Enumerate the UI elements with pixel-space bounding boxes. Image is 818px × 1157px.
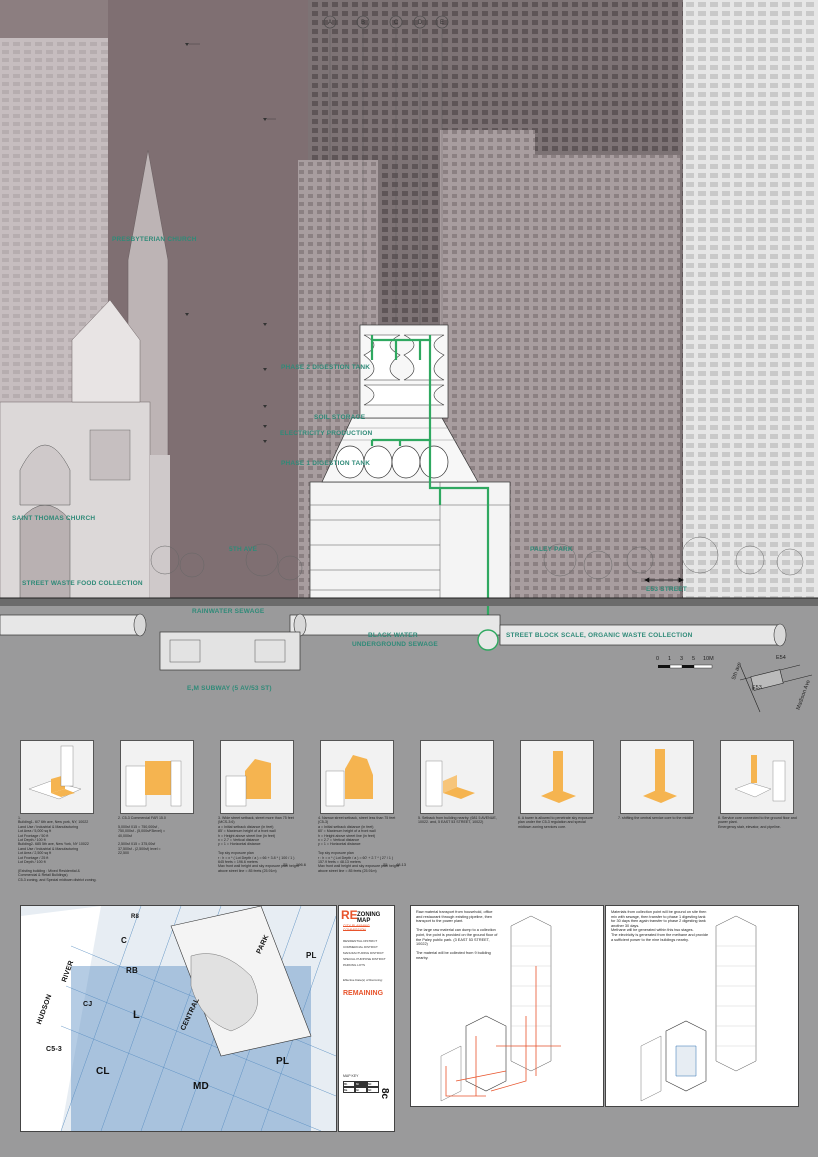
legend-items: RESIDENTIAL DISTRICT COMMERCIAL DISTRICT…: [343, 938, 391, 968]
section-drawing: A B C D E: [0, 0, 818, 713]
label-phase1-tank: PHASE 1 DIGESTION TANK: [281, 460, 371, 467]
district-cj: CJ: [83, 1001, 93, 1008]
label-soil-storage: SOIL STORAGE: [314, 414, 366, 421]
district-c5-3: C5-3: [46, 1046, 62, 1053]
step-3-text: 3. Wide street setback, street more than…: [218, 816, 299, 873]
step-8-diagram: [720, 740, 794, 814]
label-electricity: ELECTRICITY PRODUCTION: [280, 430, 373, 437]
step-4-diagram: [320, 740, 394, 814]
scale-tick-0: 0: [656, 656, 660, 662]
step-6-diagram: [520, 740, 594, 814]
district-pl-2: PL: [306, 951, 317, 960]
district-c: C: [121, 936, 127, 945]
label-saint-thomas-church: SAINT THOMAS CHURCH: [12, 515, 96, 522]
step-5-text: 5. Setback from building nearby. (681 5 …: [418, 816, 497, 825]
step-2-text: 2. C5-3 Commercial FAR 15.0 5,000sf X15 …: [118, 816, 166, 856]
label-black-water: BLACK WATER: [368, 632, 418, 639]
legend-effective: Effective Date(s) of Rezoning:: [343, 978, 383, 982]
gridline-a: A: [328, 20, 332, 26]
step-7-text: 7. shifting the central service core to …: [618, 816, 694, 820]
district-cl: CL: [96, 1066, 110, 1077]
mid-building: [530, 155, 680, 598]
district-pl-1: PL: [276, 1056, 290, 1067]
district-md: MD: [193, 1081, 209, 1092]
step-4-dim-b: 48.13: [396, 862, 407, 867]
digestion-drawing: [640, 915, 757, 1102]
legend-strike: CITY PLANNING COMMISSION: [343, 924, 370, 932]
legend-prefix: RE: [341, 908, 358, 922]
gridline-d: D: [418, 20, 423, 26]
legend-sheet-no: 8c: [379, 1087, 391, 1100]
scale-bar: [658, 664, 713, 669]
step-1-text: 1. Building1- 6/7 6th ave, New york, NY,…: [18, 816, 97, 882]
podium: [309, 481, 511, 601]
key-cell: 9d: [367, 1087, 379, 1093]
digestion-diagram: Materials from collection point will be …: [605, 905, 799, 1107]
scale-tick-3: 3: [680, 656, 684, 662]
step-5-diagram: [420, 740, 494, 814]
scale-tick-10m: 10M: [703, 656, 714, 662]
label-street-block: STREET BLOCK SCALE, ORGANIC WASTE COLLEC…: [506, 632, 693, 639]
label-street-waste-food: STREET WASTE FOOD COLLECTION: [22, 580, 143, 587]
label-paley-park: PALEY PARK: [530, 546, 573, 553]
collection-diagram: Raw material transport from household, o…: [410, 905, 604, 1107]
label-fifth-ave: 5TH AVE: [229, 546, 258, 553]
legend-key-grid: 8b 8c 8d 8a 9c 9d: [343, 1081, 379, 1093]
district-rb: RB: [126, 966, 138, 975]
subway-box: [159, 631, 301, 671]
step-7-diagram: [620, 740, 694, 814]
gridline-e: E: [440, 20, 444, 26]
scale-tick-5: 5: [692, 656, 696, 662]
step-3-dim-a: 25: [283, 862, 288, 867]
district-l: L: [133, 1009, 140, 1021]
keymap-e54: E54: [776, 655, 786, 661]
collection-drawing: [440, 915, 561, 1102]
zoning-legend: RE ZONING MAP CITY PLANNING COMMISSION R…: [338, 905, 395, 1132]
label-underground-sewage: UNDERGROUND SEWAGE: [352, 641, 438, 648]
zoning-map: HUDSON RIVER CENTRAL PARK RB L CL MD PL …: [20, 905, 337, 1132]
right-tower: [683, 0, 818, 600]
scale-tick-1: 1: [668, 656, 672, 662]
label-rainwater-sewage: RAINWATER SEWAGE: [192, 608, 265, 615]
legend-map-key: MAP KEY: [343, 1074, 359, 1078]
legend-title: ZONING MAP: [357, 912, 381, 924]
legend-parking: PARKING LOTS: [343, 963, 365, 967]
gridline-c: C: [394, 20, 399, 26]
step-3-diagram: [220, 740, 294, 814]
key-cell: 8a: [343, 1087, 355, 1093]
step-4-text: 4. Narrow street setback, street less th…: [318, 816, 399, 873]
step-4-dim-a: 25: [383, 862, 388, 867]
label-e53-street: E53 STREET: [646, 586, 688, 593]
poster-sheet: A B C D E PRESBYTERIAN CHURCH SAINT THOM…: [0, 0, 818, 1157]
key-cell: 9c: [355, 1087, 367, 1093]
label-subway: E,M SUBWAY (5 AV/53 ST): [187, 685, 272, 692]
label-presbyterian-church: PRESBYTERIAN CHURCH: [112, 236, 197, 243]
step-6-text: 6. A tower is allowed to penetrate sky e…: [518, 816, 593, 829]
step-3-dim-b: 196.6: [296, 862, 307, 867]
gridline-b: B: [361, 20, 365, 26]
step-2-diagram: [120, 740, 194, 814]
label-phase2-tank: PHASE 2 DIGESTION TANK: [281, 364, 371, 371]
ground-band: [0, 598, 818, 606]
zoning-map-drawing: [21, 906, 336, 1131]
step-1-diagram: [20, 740, 94, 814]
legend-remaining: REMAINING: [343, 990, 384, 997]
keymap-e53: E53: [752, 685, 762, 691]
district-r8: R8: [131, 914, 140, 920]
step-8-text: 8. Service core connected to the ground …: [718, 816, 797, 829]
